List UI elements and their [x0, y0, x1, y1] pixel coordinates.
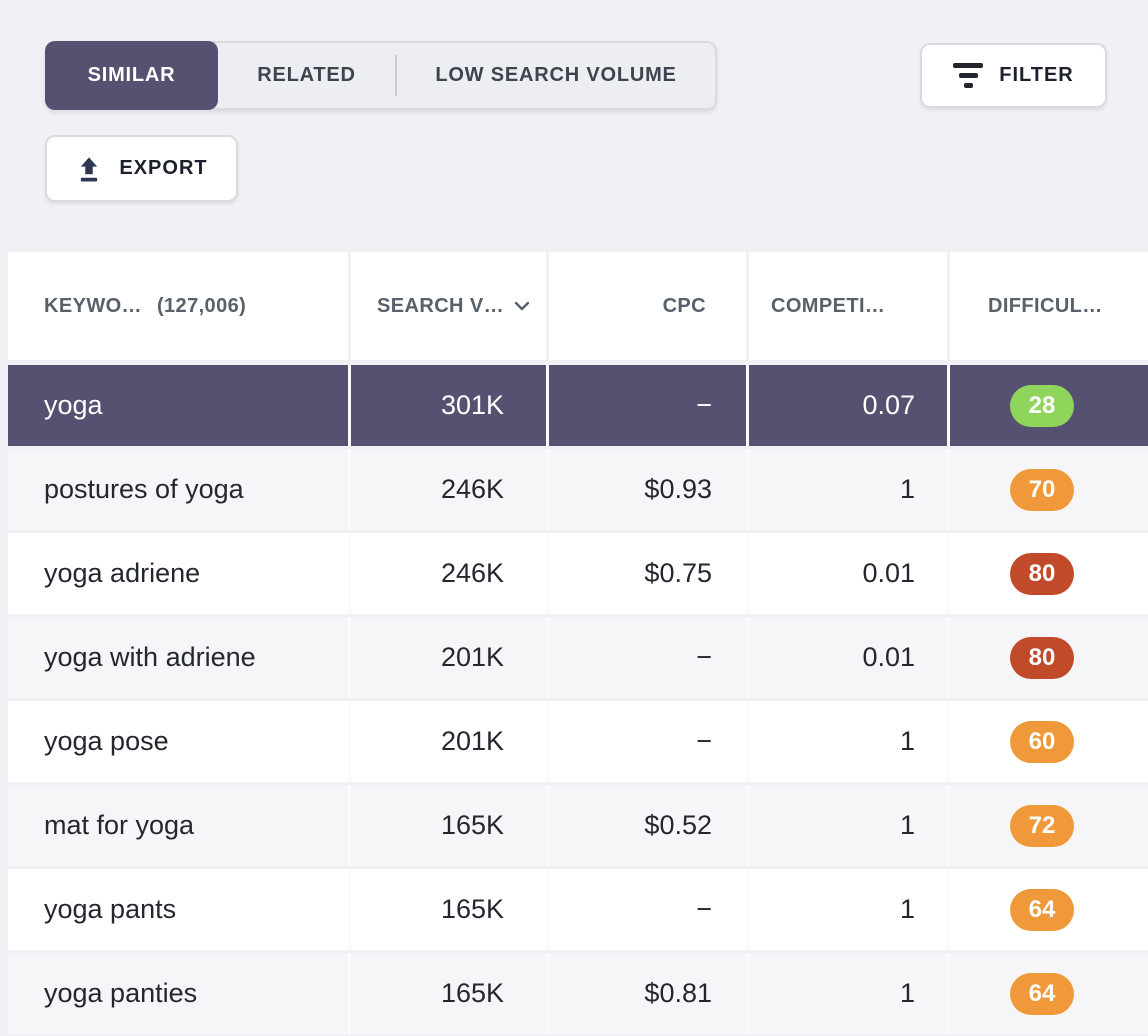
competition-cell: 0.07: [749, 365, 947, 446]
cpc-cell: −: [549, 617, 746, 698]
tab-low-search-volume[interactable]: LOW SEARCH VOLUME: [397, 43, 715, 108]
tab-similar[interactable]: SIMILAR: [45, 41, 218, 110]
difficulty-badge: 28: [1010, 385, 1074, 427]
keyword-cell: yoga pose: [8, 701, 348, 782]
difficulty-cell: 64: [950, 953, 1148, 1034]
keyword-cell: yoga with adriene: [8, 617, 348, 698]
header-search-volume[interactable]: SEARCH V…: [351, 252, 546, 360]
search-volume-cell: 301K: [351, 365, 546, 446]
difficulty-badge: 60: [1010, 721, 1074, 763]
filter-funnel-icon: [953, 63, 983, 88]
competition-cell: 0.01: [749, 533, 947, 614]
table-row[interactable]: mat for yoga 165K $0.52 1 72: [8, 785, 1148, 866]
difficulty-badge: 80: [1010, 553, 1074, 595]
cpc-cell: $0.93: [549, 449, 746, 530]
header-competition[interactable]: COMPETI…: [749, 252, 947, 360]
cpc-cell: −: [549, 365, 746, 446]
header-search-volume-label: SEARCH V…: [377, 295, 504, 318]
table-row[interactable]: yoga pants 165K − 1 64: [8, 869, 1148, 950]
table-body: yoga 301K − 0.07 28 postures of yoga 246…: [8, 365, 1148, 1034]
search-volume-cell: 246K: [351, 449, 546, 530]
search-volume-cell: 165K: [351, 785, 546, 866]
filter-button-label: FILTER: [999, 64, 1074, 87]
upload-icon: [75, 155, 103, 183]
keyword-cell: yoga panties: [8, 953, 348, 1034]
header-keyword[interactable]: KEYWO… (127,006): [8, 252, 348, 360]
keyword-cell: postures of yoga: [8, 449, 348, 530]
difficulty-cell: 80: [950, 533, 1148, 614]
table-row[interactable]: yoga panties 165K $0.81 1 64: [8, 953, 1148, 1034]
difficulty-cell: 72: [950, 785, 1148, 866]
header-difficulty[interactable]: DIFFICUL…: [950, 252, 1148, 360]
difficulty-cell: 80: [950, 617, 1148, 698]
keyword-cell: yoga: [8, 365, 348, 446]
keyword-cell: yoga pants: [8, 869, 348, 950]
cpc-cell: −: [549, 869, 746, 950]
keyword-cell: yoga adriene: [8, 533, 348, 614]
cpc-cell: −: [549, 701, 746, 782]
table-header-row: KEYWO… (127,006) SEARCH V… CPC COMPETI… …: [8, 252, 1148, 360]
tab-related[interactable]: RELATED: [218, 43, 395, 108]
export-button[interactable]: EXPORT: [45, 135, 238, 202]
export-button-label: EXPORT: [119, 157, 207, 180]
search-volume-cell: 246K: [351, 533, 546, 614]
header-keyword-label: KEYWO…: [44, 295, 142, 318]
header-keyword-count: (127,006): [157, 295, 246, 318]
table-row[interactable]: yoga 301K − 0.07 28: [8, 365, 1148, 446]
search-volume-cell: 165K: [351, 953, 546, 1034]
search-volume-cell: 201K: [351, 701, 546, 782]
difficulty-cell: 60: [950, 701, 1148, 782]
table-row[interactable]: yoga adriene 246K $0.75 0.01 80: [8, 533, 1148, 614]
search-volume-cell: 201K: [351, 617, 546, 698]
difficulty-cell: 70: [950, 449, 1148, 530]
competition-cell: 1: [749, 869, 947, 950]
tab-group: SIMILAR RELATED LOW SEARCH VOLUME: [45, 41, 717, 110]
keyword-cell: mat for yoga: [8, 785, 348, 866]
difficulty-badge: 64: [1010, 889, 1074, 931]
filter-button[interactable]: FILTER: [920, 43, 1107, 108]
difficulty-badge: 80: [1010, 637, 1074, 679]
competition-cell: 1: [749, 953, 947, 1034]
toolbar: SIMILAR RELATED LOW SEARCH VOLUME FILTER…: [0, 0, 1148, 252]
search-volume-cell: 165K: [351, 869, 546, 950]
difficulty-cell: 28: [950, 365, 1148, 446]
difficulty-cell: 64: [950, 869, 1148, 950]
competition-cell: 1: [749, 785, 947, 866]
competition-cell: 1: [749, 701, 947, 782]
table-row[interactable]: postures of yoga 246K $0.93 1 70: [8, 449, 1148, 530]
difficulty-badge: 64: [1010, 973, 1074, 1015]
table-row[interactable]: yoga pose 201K − 1 60: [8, 701, 1148, 782]
competition-cell: 0.01: [749, 617, 947, 698]
cpc-cell: $0.52: [549, 785, 746, 866]
chevron-down-icon: [514, 301, 530, 311]
keyword-table: KEYWO… (127,006) SEARCH V… CPC COMPETI… …: [0, 252, 1148, 1034]
cpc-cell: $0.75: [549, 533, 746, 614]
competition-cell: 1: [749, 449, 947, 530]
table-row[interactable]: yoga with adriene 201K − 0.01 80: [8, 617, 1148, 698]
difficulty-badge: 70: [1010, 469, 1074, 511]
header-cpc[interactable]: CPC: [549, 252, 746, 360]
difficulty-badge: 72: [1010, 805, 1074, 847]
cpc-cell: $0.81: [549, 953, 746, 1034]
